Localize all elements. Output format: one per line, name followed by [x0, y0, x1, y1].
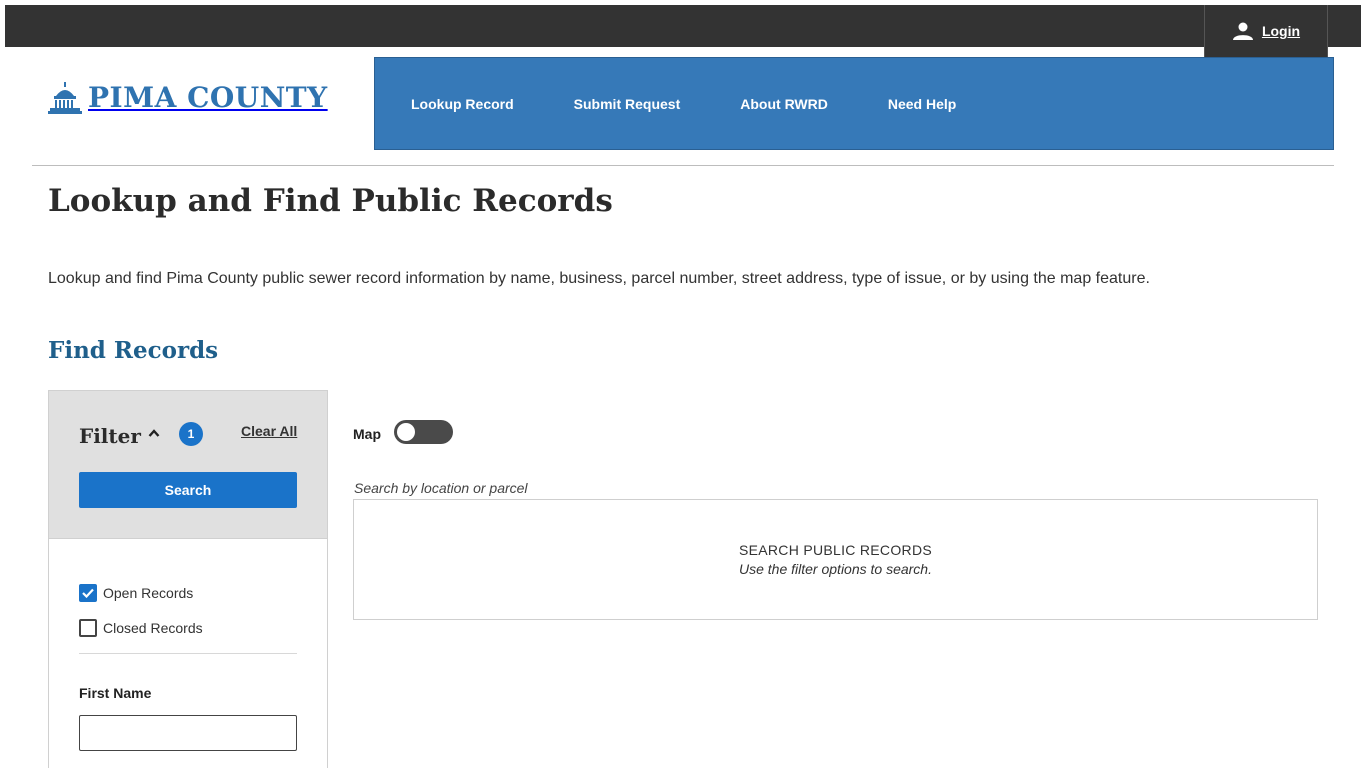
filter-count-badge: 1 [179, 422, 203, 446]
map-toggle[interactable] [394, 420, 453, 444]
filter-header: Filter 1 Clear All Search [49, 391, 327, 539]
nav-submit-request[interactable]: Submit Request [574, 96, 681, 112]
logo-text: PIMA COUNTY [88, 81, 328, 114]
page-title: Lookup and Find Public Records [48, 183, 613, 219]
closed-records-option[interactable]: Closed Records [79, 619, 203, 637]
open-records-label: Open Records [103, 585, 194, 601]
filter-panel: Filter 1 Clear All Search Open Records C… [48, 390, 328, 768]
capitol-dome-icon [48, 82, 82, 114]
header-divider [32, 165, 1334, 166]
results-panel: SEARCH PUBLIC RECORDS Use the filter opt… [353, 499, 1318, 620]
chevron-up-icon[interactable] [148, 428, 160, 438]
user-icon [1232, 22, 1253, 40]
top-bar [5, 5, 1361, 47]
nav-about-rwrd[interactable]: About RWRD [740, 96, 828, 112]
nav-lookup-record[interactable]: Lookup Record [411, 96, 514, 112]
first-name-label: First Name [79, 685, 152, 701]
page-intro: Lookup and find Pima County public sewer… [48, 270, 1150, 287]
checkmark-icon [82, 588, 94, 598]
results-hint: Use the filter options to search. [739, 561, 932, 577]
nav-need-help[interactable]: Need Help [888, 96, 956, 112]
filter-label: Filter [79, 424, 141, 448]
map-toggle-knob [397, 423, 415, 441]
open-records-option[interactable]: Open Records [79, 584, 193, 602]
login-label: Login [1261, 23, 1301, 39]
closed-records-checkbox[interactable] [79, 619, 97, 637]
pima-county-logo[interactable]: PIMA COUNTY [48, 82, 328, 114]
location-search-caption: Search by location or parcel [354, 480, 528, 496]
search-button[interactable]: Search [79, 472, 297, 508]
main-nav: Lookup Record Submit Request About RWRD … [374, 57, 1334, 150]
section-title: Find Records [48, 337, 219, 364]
closed-records-label: Closed Records [103, 620, 203, 636]
clear-all-link[interactable]: Clear All [241, 423, 297, 439]
map-label: Map [353, 426, 381, 442]
open-records-checkbox[interactable] [79, 584, 97, 602]
login-link[interactable]: Login [1204, 5, 1328, 57]
first-name-input[interactable] [79, 715, 297, 751]
filter-separator [79, 653, 297, 654]
results-title: SEARCH PUBLIC RECORDS [738, 542, 932, 558]
